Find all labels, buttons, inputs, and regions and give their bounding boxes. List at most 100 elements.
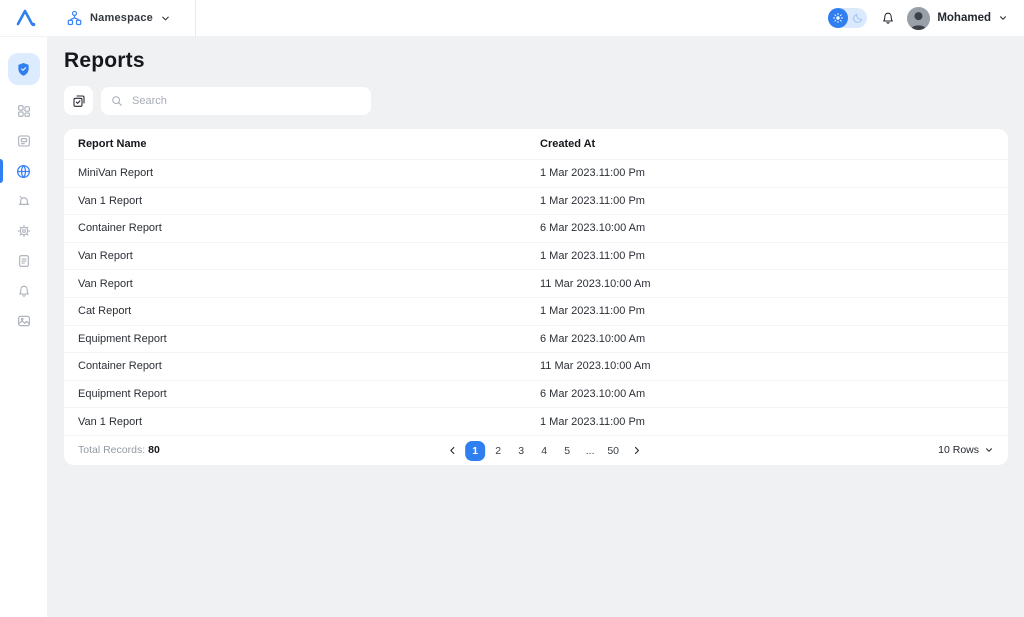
dashboard-grid-icon [16,103,32,119]
app-logo[interactable] [14,6,38,30]
globe-icon [15,163,32,180]
shield-icon [15,61,32,78]
sidebar-item-documents[interactable] [0,246,48,276]
created-at-cell: 1 Mar 2023.11:00 Pm [540,305,1008,317]
avatar [907,7,930,30]
table-row[interactable]: Van Report 11 Mar 2023.10:00 Am [64,269,1008,297]
main-content: Reports [48,37,1024,617]
chevron-right-icon [631,445,642,456]
active-tile-background [8,53,40,85]
reports-table: Report Name Created At MiniVan Report 1 … [64,129,1008,465]
report-name-cell: Van Report [64,250,540,262]
search-input[interactable] [101,87,371,115]
created-at-cell: 1 Mar 2023.11:00 Pm [540,167,1008,179]
select-copy-check-icon [71,93,87,109]
topbar: Namespace [0,0,1024,37]
report-name-cell: Cat Report [64,305,540,317]
report-name-cell: Container Report [64,222,540,234]
search-icon [110,94,124,108]
search-wrap [101,87,371,115]
active-nav-indicator [0,159,3,183]
created-at-cell: 11 Mar 2023.10:00 Am [540,278,1008,290]
page-button-2[interactable]: 2 [488,441,508,461]
page-ellipsis: ... [580,441,600,461]
page-button-5[interactable]: 5 [557,441,577,461]
report-name-cell: Van Report [64,278,540,290]
previous-page-button[interactable] [442,441,462,461]
created-at-cell: 11 Mar 2023.10:00 Am [540,360,1008,372]
table-row[interactable]: Container Report 6 Mar 2023.10:00 Am [64,214,1008,242]
light-mode-button[interactable] [828,8,848,28]
chevron-down-icon [998,13,1008,23]
table-row[interactable]: Van 1 Report 1 Mar 2023.11:00 Pm [64,187,1008,215]
table-row[interactable]: Van 1 Report 1 Mar 2023.11:00 Pm [64,407,1008,435]
table-footer: Total Records:80 1 2 3 4 5 ... 50 [64,435,1008,465]
sidebar-item-notifications[interactable] [0,276,48,306]
created-at-cell: 1 Mar 2023.11:00 Pm [540,195,1008,207]
report-name-cell: Equipment Report [64,388,540,400]
notifications-button[interactable] [880,10,896,26]
total-records: Total Records:80 [78,444,160,456]
sidebar-nav [0,37,48,617]
table-row[interactable]: Cat Report 1 Mar 2023.11:00 Pm [64,297,1008,325]
table-row[interactable]: Equipment Report 6 Mar 2023.10:00 Am [64,380,1008,408]
sidebar-item-security[interactable] [0,50,48,88]
dark-mode-button[interactable] [848,8,867,28]
table-row[interactable]: Container Report 11 Mar 2023.10:00 Am [64,352,1008,380]
report-name-cell: Container Report [64,360,540,372]
created-at-cell: 1 Mar 2023.11:00 Pm [540,250,1008,262]
created-at-cell: 1 Mar 2023.11:00 Pm [540,416,1008,428]
report-name-cell: Equipment Report [64,333,540,345]
sidebar-item-dashboard[interactable] [0,96,48,126]
report-document-icon [16,253,32,269]
bell-icon [880,10,896,26]
logo-lambda-icon [14,6,38,30]
chevron-left-icon [447,445,458,456]
namespace-hierarchy-icon [66,10,83,27]
avatar-portrait [907,7,930,30]
notifications-bell-icon [16,283,32,299]
total-records-label: Total Records: [78,444,145,456]
panel-icon [16,133,32,149]
page-button-1[interactable]: 1 [465,441,485,461]
toolbar [64,86,1008,115]
settings-gear-icon [16,223,32,239]
sidebar-item-panels[interactable] [0,126,48,156]
select-reports-button[interactable] [64,86,93,115]
namespace-selector[interactable]: Namespace [66,0,196,37]
page-button-50[interactable]: 50 [603,441,623,461]
chevron-down-icon [160,13,171,24]
moon-icon [852,12,864,24]
user-menu[interactable]: Mohamed [907,7,1008,30]
report-name-cell: Van 1 Report [64,416,540,428]
table-row[interactable]: MiniVan Report 1 Mar 2023.11:00 Pm [64,159,1008,187]
table-header: Report Name Created At [64,129,1008,159]
media-image-icon [16,313,32,329]
page-button-4[interactable]: 4 [534,441,554,461]
pagination: 1 2 3 4 5 ... 50 [442,436,646,465]
sidebar-item-media[interactable] [0,306,48,336]
table-row[interactable]: Van Report 1 Mar 2023.11:00 Pm [64,242,1008,270]
sun-icon [832,12,844,24]
report-name-cell: MiniVan Report [64,167,540,179]
siren-icon [16,193,32,209]
chevron-down-icon [984,445,994,455]
sidebar-item-settings[interactable] [0,216,48,246]
page-button-3[interactable]: 3 [511,441,531,461]
page-title: Reports [64,49,1008,73]
sidebar-item-reports[interactable] [0,156,48,186]
table-row[interactable]: Equipment Report 6 Mar 2023.10:00 Am [64,325,1008,353]
user-name: Mohamed [937,12,991,24]
namespace-label: Namespace [90,12,153,24]
column-header-report-name: Report Name [64,138,540,150]
theme-toggle[interactable] [828,8,867,28]
created-at-cell: 6 Mar 2023.10:00 Am [540,388,1008,400]
next-page-button[interactable] [626,441,646,461]
column-header-created-at: Created At [540,138,1008,150]
created-at-cell: 6 Mar 2023.10:00 Am [540,222,1008,234]
created-at-cell: 6 Mar 2023.10:00 Am [540,333,1008,345]
topbar-actions: Mohamed [828,7,1008,30]
rows-per-page-selector[interactable]: 10 Rows [938,444,994,456]
total-records-value: 80 [148,444,160,456]
sidebar-item-alerts[interactable] [0,186,48,216]
